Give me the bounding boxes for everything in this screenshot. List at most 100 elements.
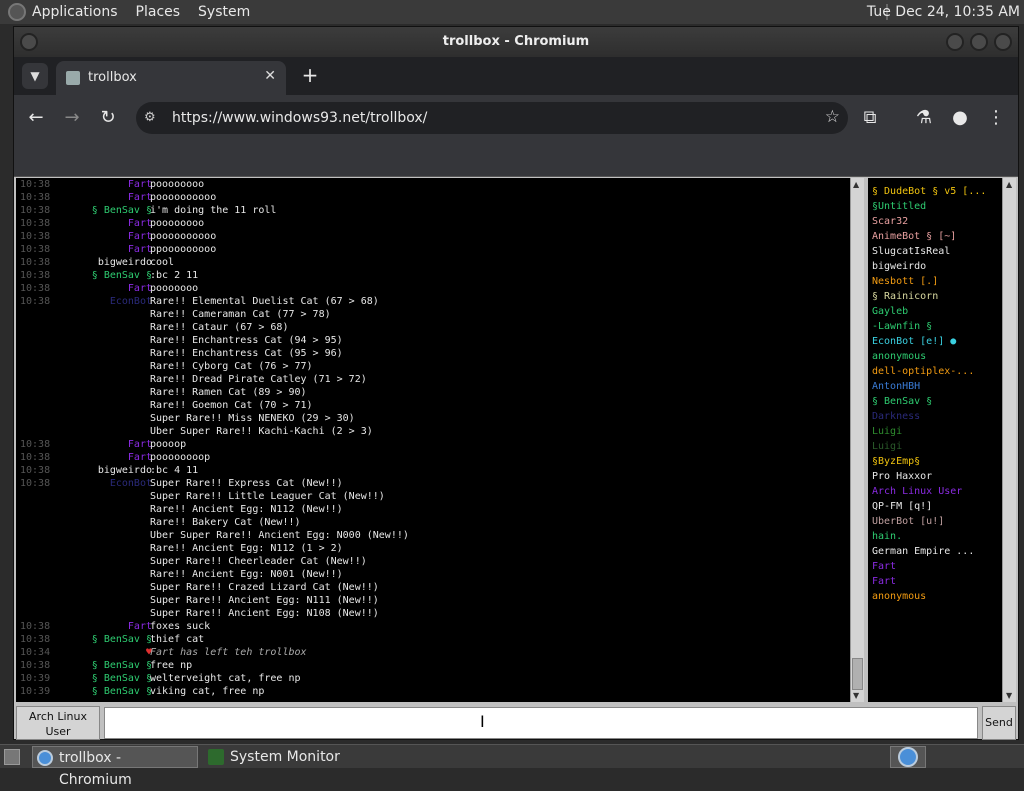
message-text: Super Rare!! Crazed Lizard Cat (New!!)	[150, 582, 379, 593]
task-chromium[interactable]: trollbox - Chromium	[32, 746, 198, 788]
task-system-monitor[interactable]: System Monitor	[204, 746, 384, 768]
chat-message: 10:38 Fart poooooooo	[16, 178, 850, 191]
minimize-button[interactable]	[946, 33, 964, 51]
chat-scrollbar[interactable]: ▲ ▼	[850, 178, 864, 702]
back-arrow-icon[interactable]: ←	[22, 104, 50, 132]
user-list-item[interactable]: Gayleb	[868, 304, 1002, 319]
bookmark-star-icon[interactable]: ☆	[825, 107, 840, 127]
user-list-item[interactable]: § DudeBot § v5 [...	[868, 184, 1002, 199]
task-label: System Monitor	[230, 749, 340, 765]
system-menu[interactable]: System	[198, 4, 250, 20]
new-tab-button[interactable]: +	[297, 63, 323, 89]
close-window-button[interactable]	[994, 33, 1012, 51]
chat-scroll-thumb[interactable]	[852, 658, 863, 690]
chat-message: 10:38 § BenSav § i'm doing the 11 roll	[16, 204, 850, 217]
user-list-item[interactable]: German Empire ...	[868, 544, 1002, 559]
user-list-item[interactable]: Fart	[868, 574, 1002, 589]
message-nick[interactable]: Fart	[128, 282, 152, 295]
user-list-item[interactable]: bigweirdo	[868, 259, 1002, 274]
labs-flask-icon[interactable]: ⚗	[910, 104, 938, 132]
trollbox-page: 10:38 Fart poooooooo 10:38 Fart poooooooooo 10…	[14, 177, 1018, 740]
gnome-foot-icon[interactable]	[8, 3, 26, 21]
message-nick[interactable]: bigweirdo	[98, 256, 152, 269]
message-nick[interactable]: Fart	[128, 178, 152, 191]
address-bar[interactable]: ⚙ https://www.windows93.net/trollbox/ ☆	[136, 102, 848, 134]
message-nick[interactable]: Fart	[128, 230, 152, 243]
profile-avatar-icon[interactable]: ●	[946, 104, 974, 132]
user-list-item[interactable]: UberBot [u!]	[868, 514, 1002, 529]
tray-chromium-icon[interactable]	[898, 747, 918, 767]
maximize-button[interactable]	[970, 33, 988, 51]
user-list-item[interactable]: Pro Haxxor	[868, 469, 1002, 484]
system-monitor-icon	[208, 749, 224, 765]
user-list-item[interactable]: EconBot [e!] ●	[868, 334, 1002, 349]
scroll-up-arrow-icon[interactable]: ▲	[853, 180, 859, 189]
window-menu-button[interactable]	[20, 33, 38, 51]
user-list-item[interactable]: QP-FM [q!]	[868, 499, 1002, 514]
show-desktop-icon[interactable]	[4, 749, 20, 765]
message-nick[interactable]: bigweirdo	[98, 464, 152, 477]
menu-kebab-icon[interactable]: ⋮	[982, 104, 1010, 132]
chat-message: Rare!! Ramen Cat (89 > 90)	[16, 386, 850, 399]
user-list-item[interactable]: Fart	[868, 559, 1002, 574]
message-input[interactable]	[104, 707, 978, 739]
user-list-item[interactable]: Arch Linux User	[868, 484, 1002, 499]
message-time: 10:38	[20, 478, 51, 489]
message-nick[interactable]: § BenSav §	[92, 685, 152, 698]
message-nick[interactable]: EconBot	[110, 295, 152, 308]
message-nick[interactable]: § BenSav §	[92, 659, 152, 672]
user-list-item[interactable]: SlugcatIsReal	[868, 244, 1002, 259]
applications-menu[interactable]: Applications	[32, 4, 118, 20]
user-list-item[interactable]: § BenSav §	[868, 394, 1002, 409]
forward-arrow-icon[interactable]: →	[58, 104, 86, 132]
message-nick[interactable]: § BenSav §	[92, 204, 152, 217]
tab-label: trollbox	[88, 70, 137, 85]
message-nick[interactable]: Fart	[128, 243, 152, 256]
user-list-item[interactable]: AntonHBH	[868, 379, 1002, 394]
tab-search-button[interactable]: ▼	[22, 63, 48, 89]
message-nick[interactable]: Fart	[128, 438, 152, 451]
message-nick[interactable]: EconBot	[110, 477, 152, 490]
message-nick[interactable]: Fart	[128, 620, 152, 633]
message-nick[interactable]: Fart	[128, 217, 152, 230]
clock[interactable]: Tue Dec 24, 10:35 AM	[867, 4, 1020, 20]
reload-icon[interactable]: ↻	[94, 104, 122, 132]
scroll-up-arrow-icon[interactable]: ▲	[1006, 180, 1012, 189]
user-list-item[interactable]: anonymous	[868, 589, 1002, 604]
message-nick[interactable]: Fart	[128, 191, 152, 204]
extensions-icon[interactable]: ⧉	[856, 104, 884, 132]
user-list-item[interactable]: Luigi	[868, 424, 1002, 439]
message-nick[interactable]: Fart	[128, 451, 152, 464]
message-nick[interactable]: § BenSav §	[92, 269, 152, 282]
user-list-item[interactable]: Nesbott [.]	[868, 274, 1002, 289]
user-list: § DudeBot § v5 [... §Untitled Scar32 AnimeB…	[868, 178, 1002, 702]
message-nick[interactable]: § BenSav §	[92, 633, 152, 646]
user-list-item[interactable]: dell-optiplex-...	[868, 364, 1002, 379]
user-list-item[interactable]: anonymous	[868, 349, 1002, 364]
user-list-item[interactable]: §Untitled	[868, 199, 1002, 214]
user-list-item[interactable]: § Rainicorn	[868, 289, 1002, 304]
user-list-scrollbar[interactable]: ▲ ▼	[1002, 178, 1016, 702]
window-titlebar[interactable]: trollbox - Chromium	[14, 27, 1018, 57]
send-button[interactable]: Send	[982, 706, 1016, 740]
tab-trollbox[interactable]: trollbox ✕	[56, 61, 286, 95]
scroll-down-arrow-icon[interactable]: ▼	[1006, 691, 1012, 700]
user-list-item[interactable]: hain.	[868, 529, 1002, 544]
message-text: cool	[150, 257, 175, 268]
message-text: Rare!! Enchantress Cat (94 > 95)	[150, 335, 343, 346]
message-nick[interactable]: § BenSav §	[92, 672, 152, 685]
user-list-item[interactable]: AnimeBot § [~]	[868, 229, 1002, 244]
user-list-item[interactable]: Darkness	[868, 409, 1002, 424]
user-list-item[interactable]: -Lawnfin §	[868, 319, 1002, 334]
chromium-icon	[37, 750, 53, 766]
user-list-item[interactable]: Luigi	[868, 439, 1002, 454]
user-list-item[interactable]: Scar32	[868, 214, 1002, 229]
close-tab-icon[interactable]: ✕	[264, 68, 276, 84]
message-text: poooooooooo	[150, 192, 217, 203]
user-list-item[interactable]: §ByzEmp§	[868, 454, 1002, 469]
places-menu[interactable]: Places	[136, 4, 181, 20]
nickname-button[interactable]: Arch Linux User	[16, 706, 100, 740]
url-text[interactable]: https://www.windows93.net/trollbox/	[172, 110, 427, 126]
site-info-icon[interactable]: ⚙	[144, 110, 160, 126]
scroll-down-arrow-icon[interactable]: ▼	[853, 691, 859, 700]
